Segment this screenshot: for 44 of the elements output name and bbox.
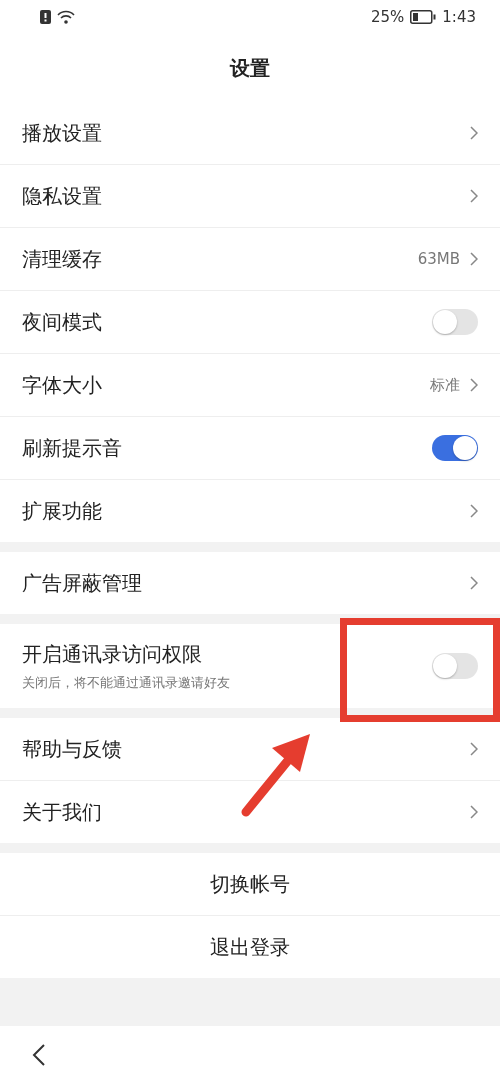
toggle-switch[interactable] (432, 435, 478, 461)
row-label: 帮助与反馈 (22, 735, 123, 763)
settings-row[interactable]: 关于我们 (0, 781, 500, 843)
toggle-switch[interactable] (432, 653, 478, 679)
settings-row[interactable]: 扩展功能 (0, 480, 500, 542)
chevron-right-icon (470, 576, 478, 590)
settings-row[interactable]: 夜间模式 (0, 291, 500, 354)
battery-percent: 25% (370, 8, 405, 26)
action-button[interactable]: 切换帐号 (0, 853, 500, 916)
row-label: 扩展功能 (22, 497, 103, 525)
chevron-right-icon (470, 126, 478, 140)
settings-row[interactable]: 播放设置 (0, 102, 500, 165)
battery-icon (410, 10, 437, 24)
row-label: 播放设置 (22, 119, 103, 147)
alert-sim-icon (40, 10, 51, 24)
row-label: 刷新提示音 (22, 434, 123, 462)
chevron-right-icon (470, 742, 478, 756)
row-value: 标准 (430, 375, 460, 395)
settings-row[interactable]: 字体大小 标准 (0, 354, 500, 417)
wifi-icon (57, 10, 75, 24)
settings-row[interactable]: 隐私设置 (0, 165, 500, 228)
row-value: 63MB (417, 250, 460, 268)
settings-row[interactable]: 清理缓存 63MB (0, 228, 500, 291)
page-title: 设置 (230, 54, 270, 82)
chevron-right-icon (470, 504, 478, 518)
back-icon[interactable] (32, 1043, 46, 1067)
clock-time: 1:43 (442, 8, 476, 26)
row-subtitle: 关闭后，将不能通过通讯录邀请好友 (22, 673, 231, 692)
settings-row[interactable]: 刷新提示音 (0, 417, 500, 480)
chevron-right-icon (470, 805, 478, 819)
row-label: 清理缓存 (22, 245, 103, 273)
action-button[interactable]: 退出登录 (0, 916, 500, 978)
row-label: 关于我们 (22, 798, 103, 826)
chevron-right-icon (470, 252, 478, 266)
chevron-right-icon (470, 378, 478, 392)
chevron-right-icon (470, 189, 478, 203)
settings-row[interactable]: 广告屏蔽管理 (0, 552, 500, 614)
row-label: 隐私设置 (22, 182, 103, 210)
row-label: 夜间模式 (22, 308, 103, 336)
row-label: 字体大小 (22, 371, 103, 399)
settings-row[interactable]: 开启通讯录访问权限 关闭后，将不能通过通讯录邀请好友 (0, 624, 500, 708)
row-label: 开启通讯录访问权限 (22, 640, 203, 668)
toggle-switch[interactable] (432, 309, 478, 335)
row-label: 广告屏蔽管理 (22, 569, 143, 597)
